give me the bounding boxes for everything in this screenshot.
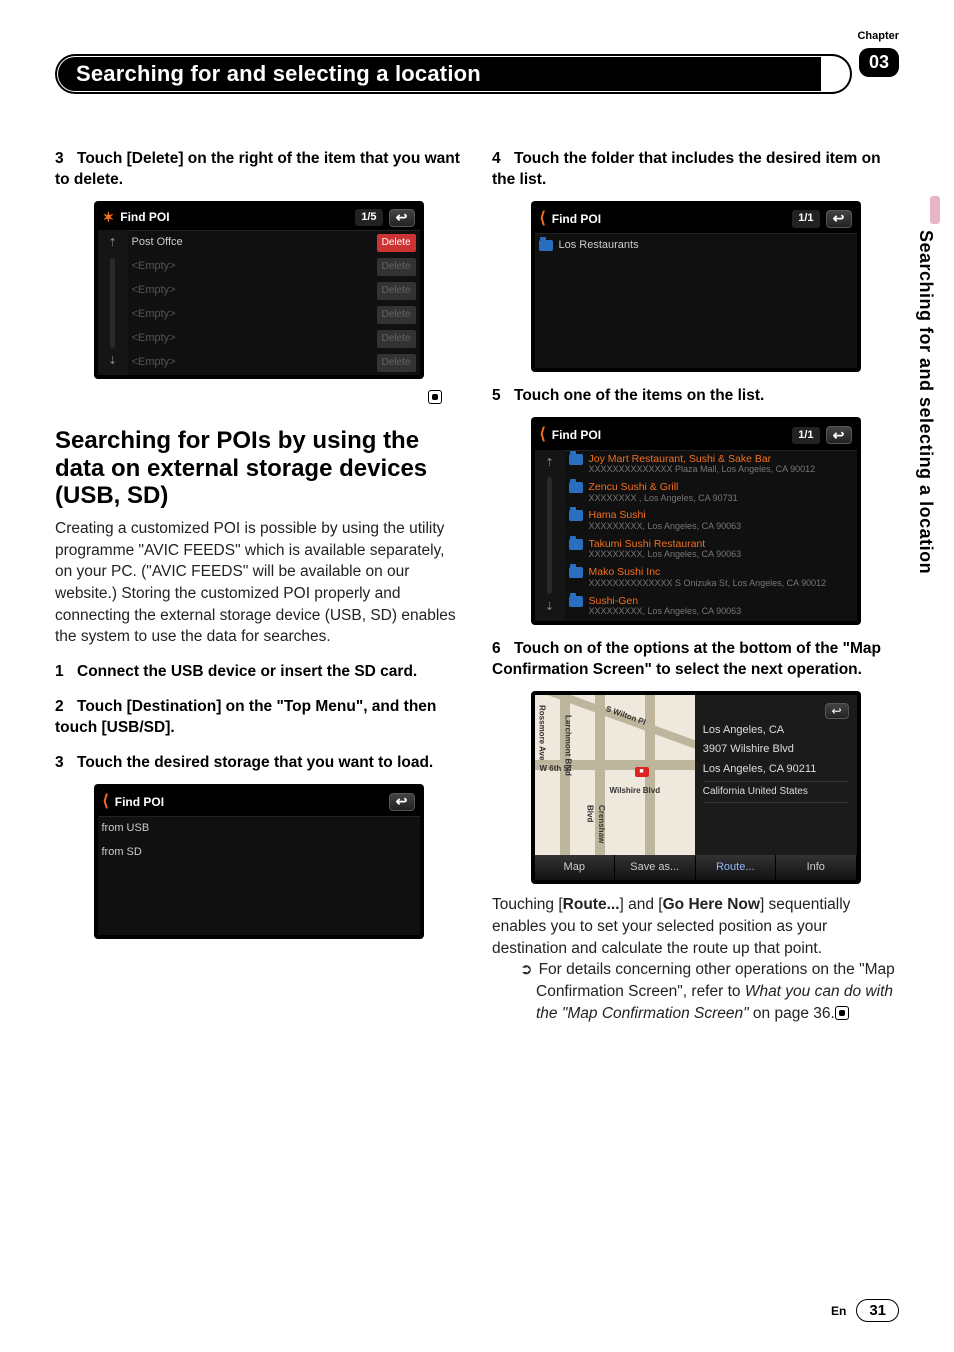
folder-icon — [569, 510, 583, 521]
shot1-page: 1/5 — [355, 209, 382, 226]
info-city: Los Angeles, CA — [703, 723, 849, 738]
folder-icon — [539, 240, 553, 251]
shot1-row0: Post Offce — [132, 235, 371, 250]
street-label: Crenshaw Blvd — [585, 805, 607, 855]
step-1: 1Connect the USB device or insert the SD… — [55, 662, 462, 683]
shot1-title: Find POI — [120, 209, 169, 226]
para-route-gohere: Touching [Route...] and [Go Here Now] se… — [492, 894, 899, 959]
chapter-number-badge: 03 — [859, 48, 899, 77]
tab-info: Info — [776, 855, 857, 880]
right-column: 4Touch the folder that includes the desi… — [492, 135, 899, 1025]
folder-icon — [569, 567, 583, 578]
screenshot-delete-list: ✶ Find POI 1/5 ↩ ⇡ ⇣ Post Offce Delete <E… — [94, 201, 424, 380]
step-4: 4Touch the folder that includes the desi… — [492, 149, 899, 191]
bullet-crossref: For details concerning other operations … — [520, 959, 899, 1024]
arrow-bullet-icon — [520, 961, 539, 978]
section-end-icon — [835, 1006, 849, 1020]
shot1-row3: <Empty> — [132, 307, 371, 322]
folder-icon — [569, 454, 583, 465]
street-label: Wilshire Blvd — [610, 785, 661, 796]
shot4-page: 1/1 — [792, 427, 819, 444]
shot3-page: 1/1 — [792, 210, 819, 227]
step-2: 2Touch [Destination] on the "Top Menu", … — [55, 697, 462, 739]
step-3b: 3Touch the desired storage that you want… — [55, 753, 462, 774]
screenshot-usb-sd: ⟨ Find POI ↩ from USB from SD — [94, 784, 424, 939]
folder-icon — [569, 596, 583, 607]
delete-button: Delete — [377, 234, 416, 252]
street-label: Rossmore Ave — [537, 705, 548, 760]
folder-icon — [569, 539, 583, 550]
shot3-folder: Los Restaurants — [559, 238, 853, 253]
shot1-row1: <Empty> — [132, 259, 371, 274]
shot4-title: Find POI — [552, 427, 601, 444]
return-icon: ↩ — [389, 793, 415, 811]
step-3: 3Touch [Delete] on the right of the item… — [55, 149, 462, 191]
footer-lang: En — [831, 1304, 846, 1318]
chapter-label: Chapter — [857, 30, 899, 42]
delete-button-disabled: Delete — [377, 354, 416, 372]
delete-button-disabled: Delete — [377, 330, 416, 348]
return-icon: ↩ — [389, 209, 415, 227]
step-6: 6Touch on of the options at the bottom o… — [492, 639, 899, 681]
return-icon: ↩ — [826, 210, 852, 228]
map-pin-icon: ■ — [635, 767, 649, 777]
heading-pois-external: Searching for POIs by using the data on … — [55, 427, 462, 510]
info-addr: 3907 Wilshire Blvd — [703, 742, 849, 757]
poi2-addr: XXXXXXXXX, Los Angeles, CA 90063 — [589, 522, 853, 532]
poi0-addr: XXXXXXXXXXXXXX Plaza Mall, Los Angeles, … — [589, 465, 853, 475]
section-tab-marker — [930, 196, 940, 224]
shot2-row1: from SD — [102, 845, 416, 860]
scroll-side: ⇡ ⇣ — [535, 450, 565, 622]
info-addr2: Los Angeles, CA 90211 — [703, 762, 849, 777]
street-label: W 6th St — [540, 763, 572, 774]
scroll-up-icon: ⇡ — [545, 456, 554, 471]
vertical-section-title: Searching for and selecting a location — [915, 230, 936, 574]
page-title: Searching for and selecting a location — [58, 57, 821, 91]
poi5-addr: XXXXXXXXX, Los Angeles, CA 90063 — [589, 607, 853, 617]
back-icon: ⟨ — [540, 424, 546, 446]
poi4-addr: XXXXXXXXXXXXXX S Onizuka St, Los Angeles… — [589, 579, 853, 589]
screenshot-folder-list: ⟨ Find POI 1/1 ↩ Los Restaurants — [531, 201, 861, 372]
shot2-title: Find POI — [115, 794, 164, 811]
poi1-name: Zencu Sushi & Grill — [589, 482, 853, 494]
star-icon: ✶ — [103, 208, 115, 228]
shot3-title: Find POI — [552, 211, 601, 228]
scroll-up-icon: ⇡ — [108, 236, 117, 251]
delete-button-disabled: Delete — [377, 258, 416, 276]
return-icon: ↩ — [825, 703, 849, 719]
shot1-row4: <Empty> — [132, 331, 371, 346]
page-title-pill: Searching for and selecting a location — [55, 54, 824, 94]
back-icon: ⟨ — [540, 208, 546, 230]
screenshot-map-confirmation: Rossmore Ave Larchmont Blvd S Wilton Pl … — [531, 691, 861, 884]
tab-saveas: Save as... — [615, 855, 696, 880]
return-icon: ↩ — [826, 426, 852, 444]
tab-route: Route... — [696, 855, 777, 880]
scroll-side: ⇡ ⇣ — [98, 230, 128, 375]
shot2-row0: from USB — [102, 821, 416, 836]
map-image: Rossmore Ave Larchmont Blvd S Wilton Pl … — [535, 695, 695, 855]
back-icon: ⟨ — [103, 791, 109, 813]
info-region: California United States — [703, 781, 849, 803]
shot1-row2: <Empty> — [132, 283, 371, 298]
tab-map: Map — [535, 855, 616, 880]
delete-button-disabled: Delete — [377, 306, 416, 324]
shot1-row5: <Empty> — [132, 355, 371, 370]
street-label: S Wilton Pl — [604, 703, 647, 728]
left-column: 3Touch [Delete] on the right of the item… — [55, 135, 462, 1025]
scroll-down-icon: ⇣ — [108, 354, 117, 369]
section-end-icon — [428, 390, 442, 404]
scroll-down-icon: ⇣ — [545, 600, 554, 615]
footer-page-number: 31 — [856, 1299, 899, 1322]
para-avic-feeds: Creating a customized POI is possible by… — [55, 518, 462, 648]
poi3-addr: XXXXXXXXX, Los Angeles, CA 90063 — [589, 550, 853, 560]
folder-icon — [569, 482, 583, 493]
delete-button-disabled: Delete — [377, 282, 416, 300]
step-5: 5Touch one of the items on the list. — [492, 386, 899, 407]
page-footer: En 31 — [831, 1299, 899, 1322]
screenshot-poi-list: ⟨ Find POI 1/1 ↩ ⇡ ⇣ Joy Mart Restaurant… — [531, 417, 861, 625]
poi1-addr: XXXXXXXX , Los Angeles, CA 90731 — [589, 494, 853, 504]
